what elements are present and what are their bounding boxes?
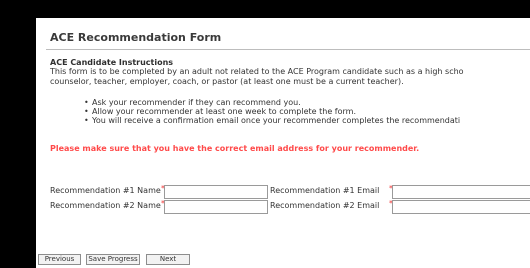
rec2-email-label: Recommendation #2 Email <box>270 201 380 210</box>
save-progress-button[interactable]: Save Progress <box>86 254 140 265</box>
title-divider <box>46 49 530 50</box>
instructions-heading: ACE Candidate Instructions <box>50 58 174 67</box>
rec1-email-label: Recommendation #1 Email <box>270 186 380 195</box>
rec1-email-input[interactable] <box>392 185 530 199</box>
page-title: ACE Recommendation Form <box>50 31 222 44</box>
rec1-name-label: Recommendation #1 Name <box>50 186 161 195</box>
list-item: Ask your recommender if they can recomme… <box>84 98 460 107</box>
instructions-list: Ask your recommender if they can recomme… <box>84 98 460 125</box>
rec1-name-input[interactable] <box>164 185 268 199</box>
list-item: Allow your recommender at least one week… <box>84 107 460 116</box>
rec2-name-label: Recommendation #2 Name <box>50 201 161 210</box>
recommendation-2-row: Recommendation #2 Name * Recommendation … <box>50 199 530 214</box>
email-warning: Please make sure that you have the corre… <box>50 144 420 153</box>
form-page: ACE Recommendation Form ACE Candidate In… <box>36 18 530 268</box>
rec2-name-input[interactable] <box>164 200 268 214</box>
next-button[interactable]: Next <box>146 254 190 265</box>
list-item: You will receive a confirmation email on… <box>84 116 460 125</box>
instructions-line-2: counselor, teacher, employer, coach, or … <box>50 77 404 86</box>
instructions-line-1: This form is to be completed by an adult… <box>50 67 464 76</box>
instructions-text: This form is to be completed by an adult… <box>50 67 464 87</box>
recommendation-1-row: Recommendation #1 Name * Recommendation … <box>50 184 530 199</box>
rec2-email-input[interactable] <box>392 200 530 214</box>
previous-button[interactable]: Previous <box>38 254 81 265</box>
